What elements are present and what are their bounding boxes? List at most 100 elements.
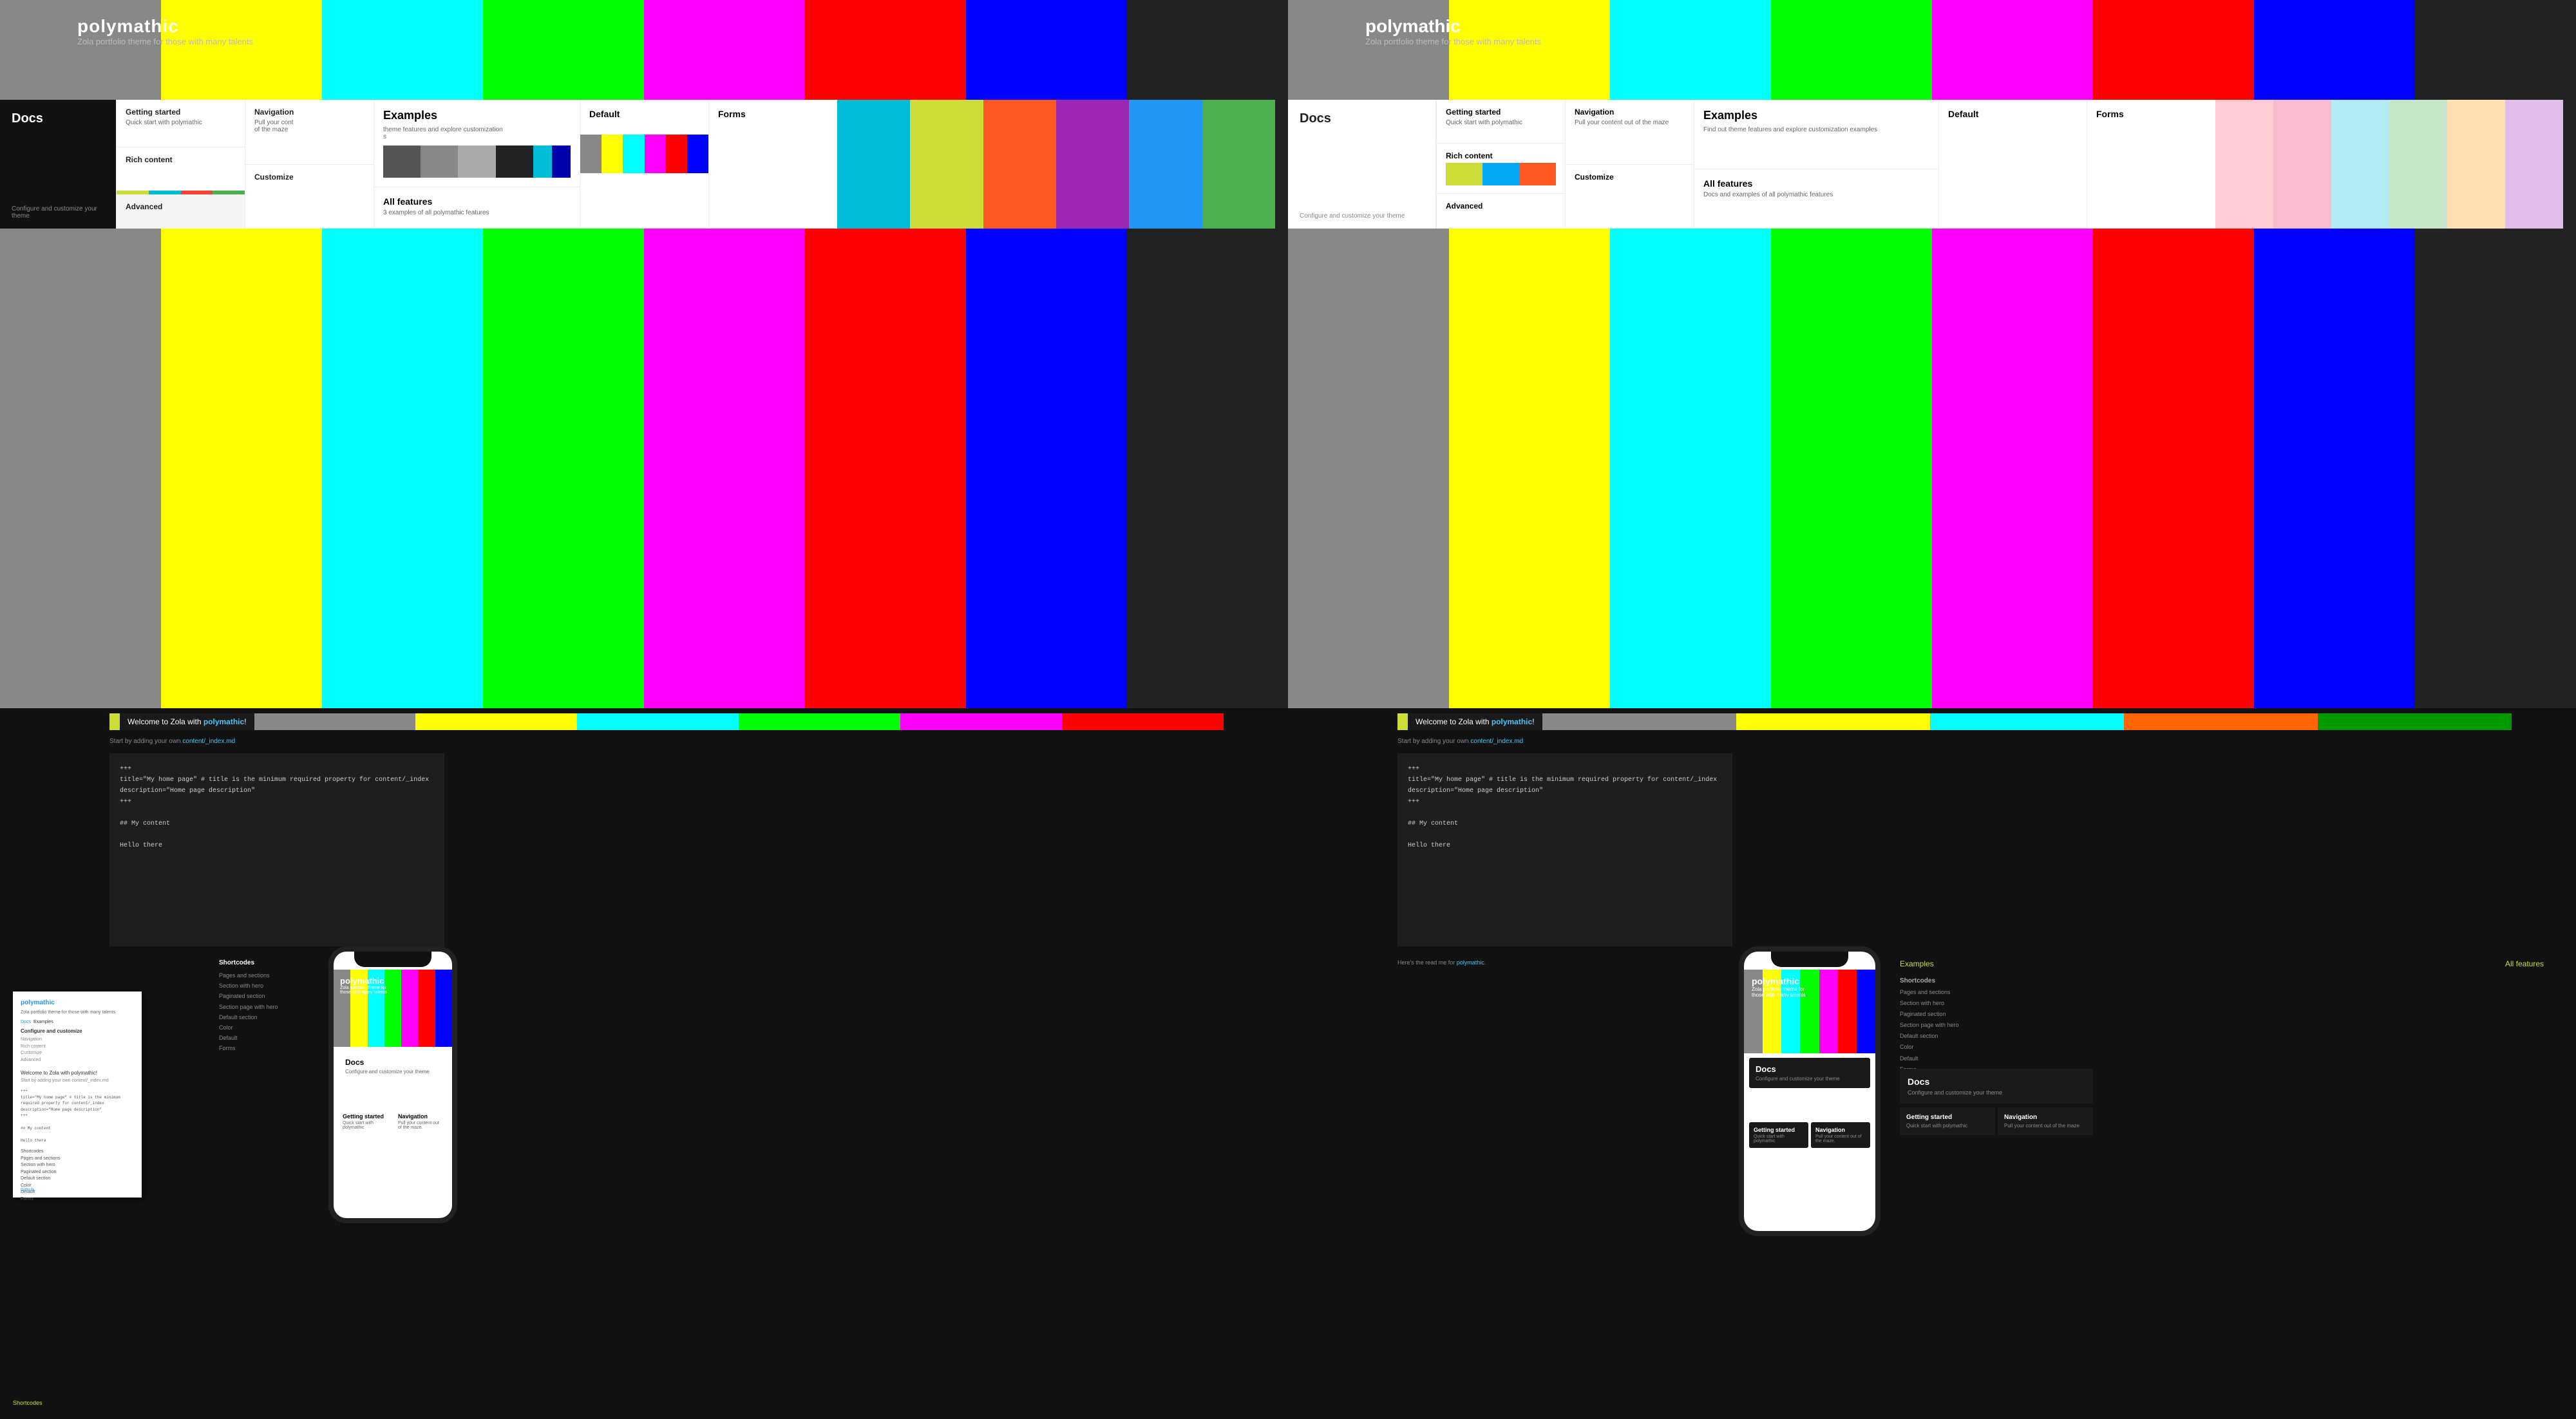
sc-hero-q4[interactable]: Section with hero [1900, 998, 2544, 1009]
default-label-q1[interactable]: Default [580, 100, 708, 128]
examples-link-q4[interactable]: Examples [1900, 959, 1934, 968]
phone-docs-card: Docs Configure and customize your theme [339, 1051, 447, 1081]
nav-adv-title-q2: Advanced [1446, 202, 1556, 211]
nav-rc-q2[interactable]: Rich content [1437, 144, 1565, 194]
shortcodes-title-q3: Shortcodes [219, 959, 335, 966]
examples-title-q2: Examples [1703, 109, 1929, 122]
phone-nav-card: Navigation Pull your content out of the … [394, 1109, 447, 1134]
nav-rc-title: Rich content [126, 155, 236, 164]
all-features-q1[interactable]: All features 3 examples of all polymathi… [374, 187, 580, 229]
phone-nav-desc: Pull your content out of the maze. [398, 1121, 443, 1130]
sc-section-page[interactable]: Section page with hero [219, 1002, 335, 1012]
forms-panel-q2: Forms [2087, 100, 2215, 229]
start-link-q3[interactable]: content/_index.md [182, 738, 235, 745]
main-content-q1: Docs Configure and customize your theme … [0, 100, 1275, 229]
code-editor-q3: +++ title="My home page" # title is the … [109, 753, 444, 946]
welcome-text-q4: Welcome to Zola with polymathic! [1408, 717, 1542, 726]
nav-advanced-q1[interactable]: Advanced [117, 194, 245, 229]
welcome-accent-q4 [1397, 713, 1408, 730]
nav-gs-desc: Quick start with polymathic [126, 119, 236, 126]
start-link-q4[interactable]: content/_index.md [1470, 738, 1523, 745]
phone-notch-left [354, 952, 431, 967]
q4-code-6: ## My content [1408, 818, 1722, 829]
sc-default-section[interactable]: Default section [219, 1012, 335, 1022]
code-line-4: +++ [120, 796, 434, 807]
q4-code-2: title="My home page" # title is the mini… [1408, 775, 1722, 785]
q4-code-1: +++ [1408, 764, 1722, 775]
rc-img-q2 [1446, 163, 1556, 185]
right-content-q4: Examples All features Shortcodes Pages a… [1900, 959, 2544, 1075]
sc-color-q4[interactable]: Color [1900, 1042, 2544, 1053]
q4-code-5 [1408, 807, 1722, 818]
nav-gs-q2[interactable]: Getting started Quick start with polymat… [1437, 100, 1565, 144]
all-features-q2[interactable]: All features Docs and examples of all po… [1694, 169, 1938, 229]
sc-forms[interactable]: Forms [219, 1043, 335, 1053]
nav-cust-q2[interactable]: Customize [1566, 165, 1694, 229]
doc-github-link-q3[interactable]: Github [21, 1188, 34, 1192]
right-panels-q2 [2215, 100, 2563, 229]
examples-main-q1[interactable]: Examples theme features and explore cust… [374, 100, 580, 187]
nav-col-2-q2: Navigation Pull your content out of the … [1565, 100, 1694, 229]
all-features-title-q1: All features [383, 196, 571, 207]
forms-panel-q1: Forms [708, 100, 837, 229]
q4-nav-title: Navigation [2004, 1114, 2087, 1121]
phone-gs-card: Getting started Quick start with polymat… [339, 1109, 392, 1134]
doc-preview-q3: polymathic Zola portfolio theme for thos… [13, 991, 142, 1198]
doc-nav-docs: Docs [21, 1020, 31, 1024]
forms-title-q2: Forms [2096, 109, 2206, 119]
sc-color[interactable]: Color [219, 1022, 335, 1033]
forms-label-q1[interactable]: Forms [709, 100, 837, 128]
nav-getting-started-q1[interactable]: Getting started Quick start with polymat… [117, 100, 245, 147]
examples-desc-q1: theme features and explore customization… [383, 126, 571, 140]
welcome-bar-q4: Welcome to Zola with polymathic! [1397, 713, 2512, 730]
theme-author-q3[interactable]: Shortcodes [13, 1400, 43, 1406]
sc-paginated[interactable]: Paginated section [219, 991, 335, 1001]
q4-nav-desc: Pull your content out of the maze [2004, 1123, 2087, 1129]
readme-text-q4: Here's the read me for polymathic. [1397, 959, 1486, 966]
examples-colorbars [383, 146, 571, 178]
phone-screen-left-q3: polymathic Zola portfolio theme forthose… [334, 952, 452, 1218]
rc-stripe [117, 191, 245, 194]
nav-customize-q1[interactable]: Customize [245, 165, 374, 229]
nav-nav-q2[interactable]: Navigation Pull your content out of the … [1566, 100, 1694, 165]
all-features-desc-q2: Docs and examples of all polymathic feat… [1703, 191, 1929, 198]
doc-section-title: Configure and customize [21, 1028, 134, 1034]
phone-r-nav-card: Navigation Pull your content out of the … [1811, 1122, 1870, 1148]
nav-nav-desc-q2: Pull your content out of the maze [1575, 119, 1685, 126]
phone-nav-title: Navigation [398, 1113, 443, 1120]
nav-adv-q2[interactable]: Advanced [1437, 194, 1565, 229]
quadrant-top-right: polymathic Zola portfolio theme for thos… [1288, 0, 2576, 708]
code-line-6: ## My content [120, 818, 434, 829]
default-panel-q1: Default [580, 100, 708, 229]
examples-main-q2[interactable]: Examples Find out theme features and exp… [1694, 100, 1938, 169]
all-features-link-q4[interactable]: All features [2505, 959, 2544, 968]
nav-col-1-q2: Getting started Quick start with polymat… [1436, 100, 1565, 229]
nav-adv-title: Advanced [126, 202, 236, 211]
welcome-poly-q4: polymathic [1492, 717, 1532, 726]
q4-gs-card: Getting started Quick start with polymat… [1900, 1107, 1995, 1135]
nav-rich-content-q1[interactable]: Rich content [117, 147, 245, 194]
sc-section-hero[interactable]: Section with hero [219, 981, 335, 991]
readme-link-q4[interactable]: polymathic [1457, 959, 1484, 966]
sc-paginated-q4[interactable]: Paginated section [1900, 1009, 2544, 1020]
default-colors [580, 135, 708, 173]
poly-header-q2: polymathic Zola portfolio theme for thos… [1365, 16, 1541, 46]
sc-default2-q4[interactable]: Default [1900, 1053, 2544, 1064]
doc-content-q3: Shortcodes Pages and sections Section wi… [21, 1149, 134, 1203]
sc-default[interactable]: Default [219, 1033, 335, 1043]
sc-pages-q4[interactable]: Pages and sections [1900, 987, 2544, 998]
q4-code-7 [1408, 829, 1722, 840]
forms-title-q1: Forms [718, 109, 828, 119]
forms-label-q2[interactable]: Forms [2087, 100, 2215, 128]
quadrant-bottom-left: Welcome to Zola with polymathic! Start b… [0, 708, 1288, 1419]
code-editor-q4: +++ title="My home page" # title is the … [1397, 753, 1732, 946]
nav-nav-title-q2: Navigation [1575, 108, 1685, 117]
sc-default-q4[interactable]: Default section [1900, 1031, 2544, 1042]
start-text-q3: Start by adding your own content/_index.… [109, 738, 235, 745]
q4-header-row: Examples All features [1900, 959, 2544, 968]
nav-navigation-q1[interactable]: Navigation Pull your contof the maze [245, 100, 374, 165]
sc-page-hero-q4[interactable]: Section page with hero [1900, 1020, 2544, 1031]
q4-code-3: description="Home page description" [1408, 785, 1722, 796]
sc-pages[interactable]: Pages and sections [219, 970, 335, 981]
default-label-q2[interactable]: Default [1939, 100, 2087, 128]
